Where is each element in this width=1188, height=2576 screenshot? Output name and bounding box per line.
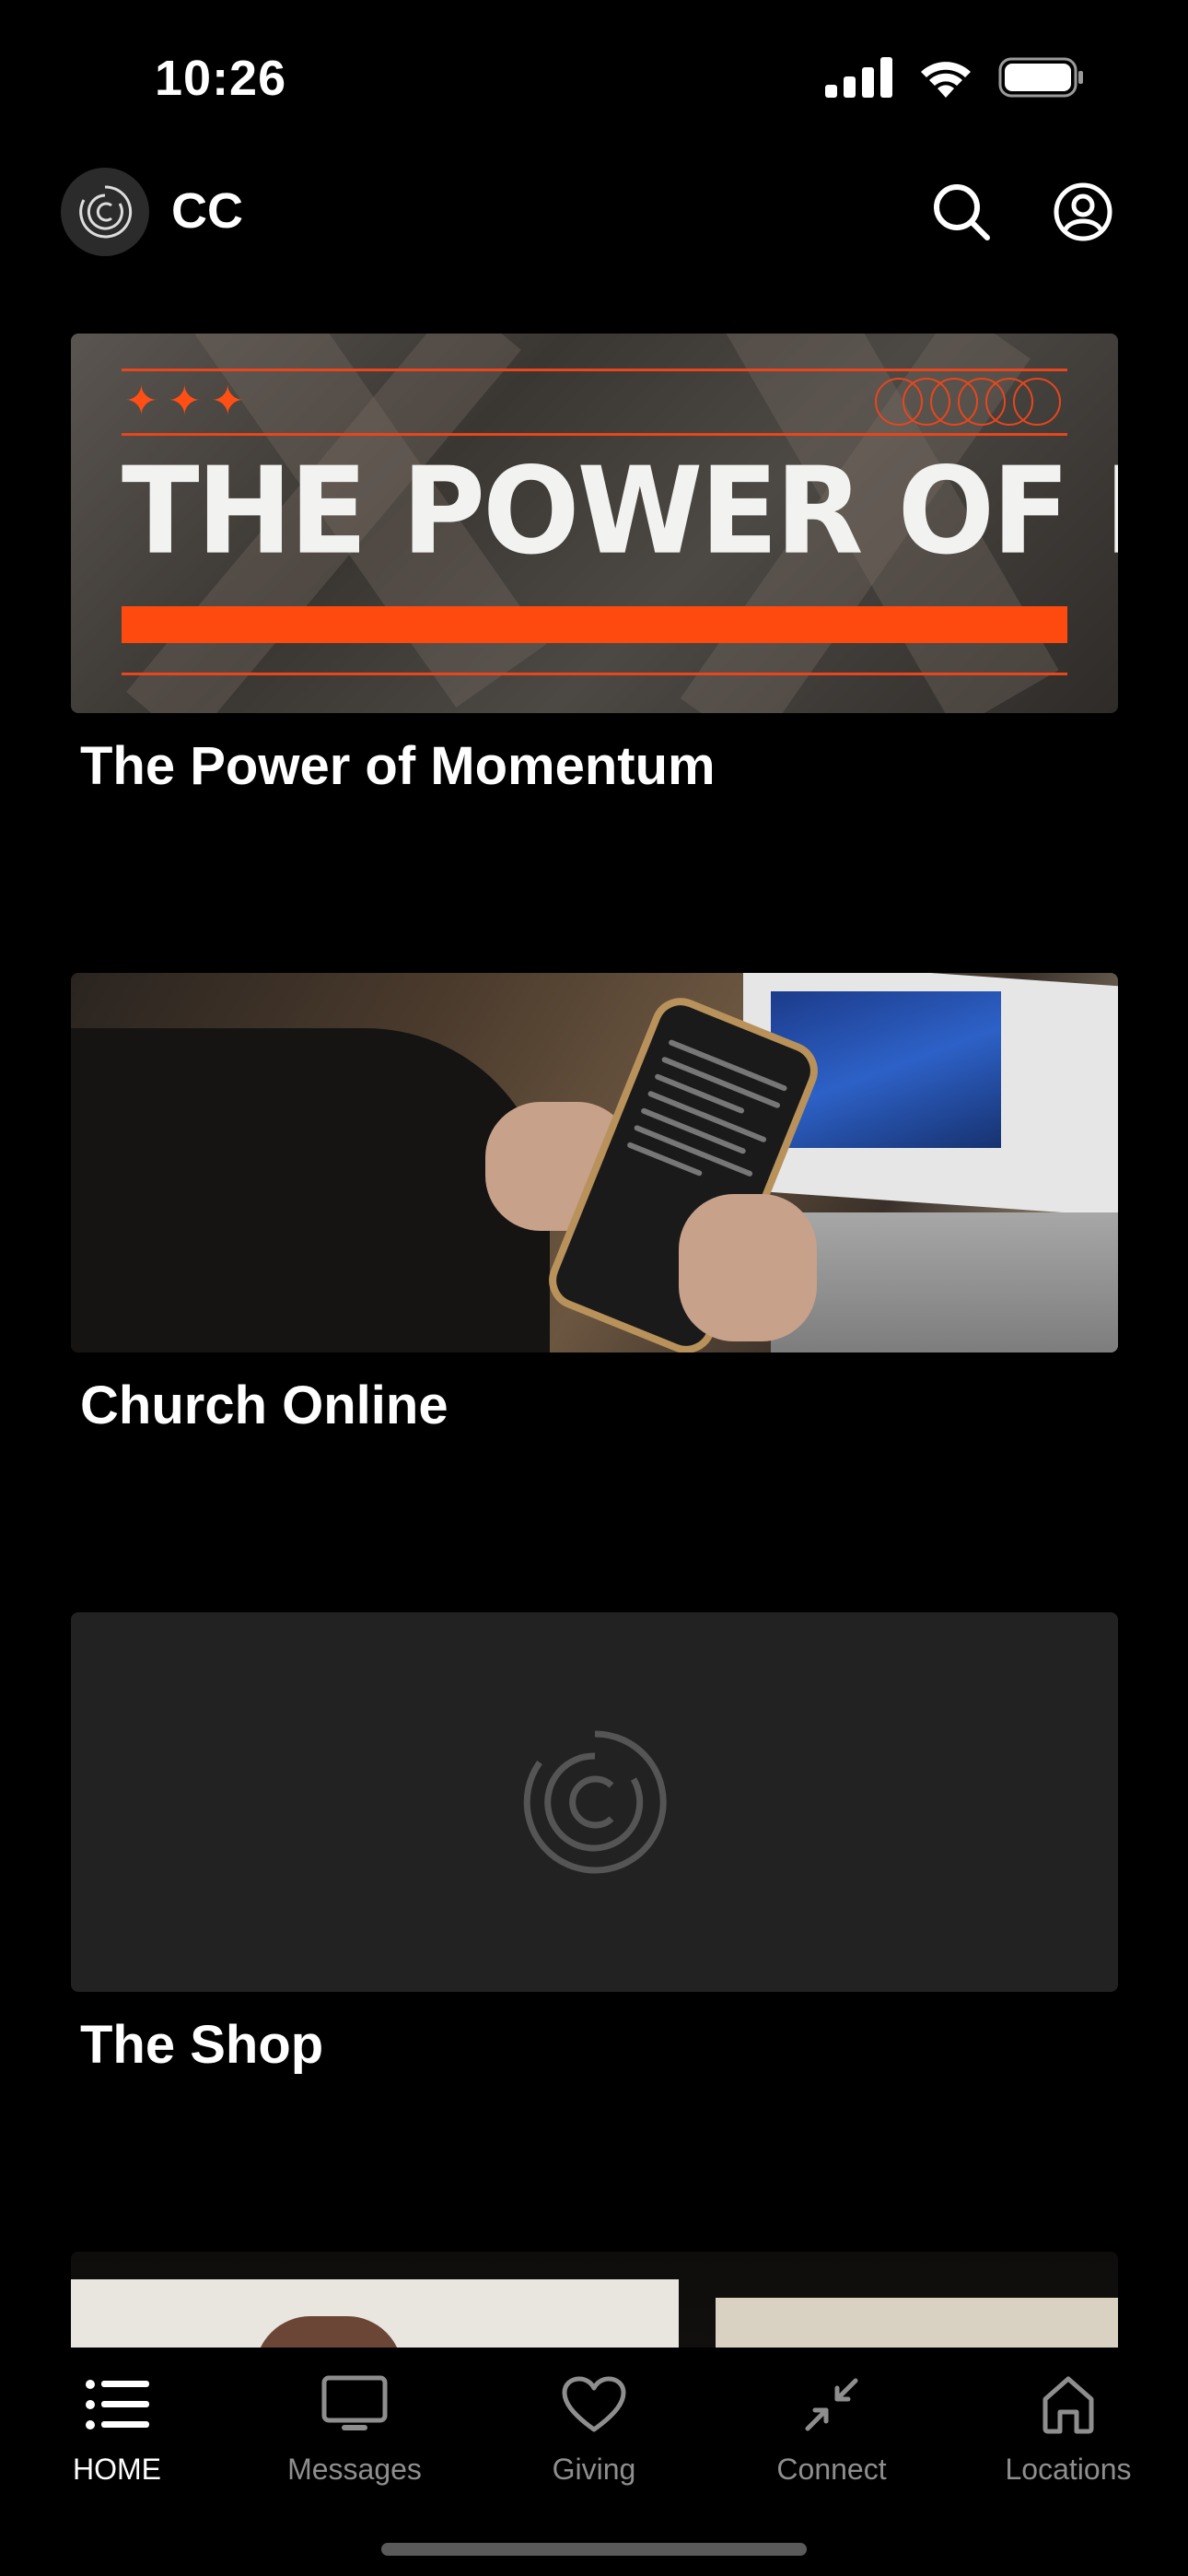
list-icon — [82, 2370, 152, 2440]
banner-stars: ✦✦✦ — [124, 379, 254, 424]
profile-icon — [1054, 182, 1112, 241]
tab-label: Connect — [776, 2453, 887, 2486]
search-button[interactable] — [925, 175, 998, 249]
banner-headline: THE POWER OF MOMENTUM — [122, 441, 1118, 582]
wifi-icon — [921, 62, 971, 98]
house-icon — [1033, 2370, 1103, 2440]
tab-home[interactable]: HOME — [25, 2370, 209, 2499]
content-feed[interactable]: ✦✦✦ THE POWER OF MOMENTUM The Power of M… — [0, 334, 1188, 2348]
shop-placeholder-image[interactable] — [71, 1612, 1118, 1992]
tab-giving[interactable]: Giving — [502, 2370, 686, 2499]
card-the-shop[interactable]: The Shop — [71, 1612, 1118, 2076]
app-screen: 10:26 CC ✦✦✦ THE POWER OF The Power of M… — [0, 0, 1188, 2576]
tab-label: Locations — [1005, 2453, 1132, 2486]
search-icon — [934, 184, 990, 240]
brand-name: CC — [171, 183, 243, 239]
monitor-icon — [320, 2370, 390, 2440]
tab-label: Messages — [287, 2453, 422, 2486]
banner-rings-icon — [875, 378, 1061, 426]
status-icons — [825, 57, 1085, 98]
logo-icon[interactable] — [61, 168, 149, 256]
card-title[interactable]: Church Online — [80, 1375, 1118, 1436]
tab-label: Giving — [552, 2453, 636, 2486]
logo-placeholder-icon — [523, 1730, 667, 1874]
momentum-banner-image[interactable]: ✦✦✦ THE POWER OF MOMENTUM — [71, 334, 1118, 713]
tab-bar: HOME Messages Giving Connect Locations — [0, 2348, 1188, 2576]
profile-button[interactable] — [1046, 175, 1120, 249]
church-online-image[interactable] — [71, 973, 1118, 1352]
card-title[interactable]: The Shop — [80, 2014, 1118, 2076]
card-church-online[interactable]: Church Online — [71, 973, 1118, 1436]
heart-icon — [559, 2370, 629, 2440]
notebook-image[interactable] — [71, 2252, 1118, 2348]
card-partial[interactable] — [71, 2252, 1118, 2348]
status-time: 10:26 — [155, 51, 287, 106]
home-indicator[interactable] — [381, 2543, 807, 2556]
banner-accent-bar — [122, 606, 1067, 643]
tab-label: HOME — [73, 2453, 161, 2486]
tab-messages[interactable]: Messages — [262, 2370, 447, 2499]
cellular-signal-icon — [825, 57, 892, 98]
card-title[interactable]: The Power of Momentum — [80, 735, 1118, 797]
card-power-of-momentum[interactable]: ✦✦✦ THE POWER OF MOMENTUM The Power of M… — [71, 334, 1118, 797]
arrows-inward-icon — [797, 2370, 867, 2440]
status-bar: 10:26 — [0, 0, 1188, 157]
tab-connect[interactable]: Connect — [740, 2370, 924, 2499]
tab-locations[interactable]: Locations — [976, 2370, 1160, 2499]
app-header: CC — [0, 157, 1188, 267]
battery-icon — [998, 57, 1083, 98]
